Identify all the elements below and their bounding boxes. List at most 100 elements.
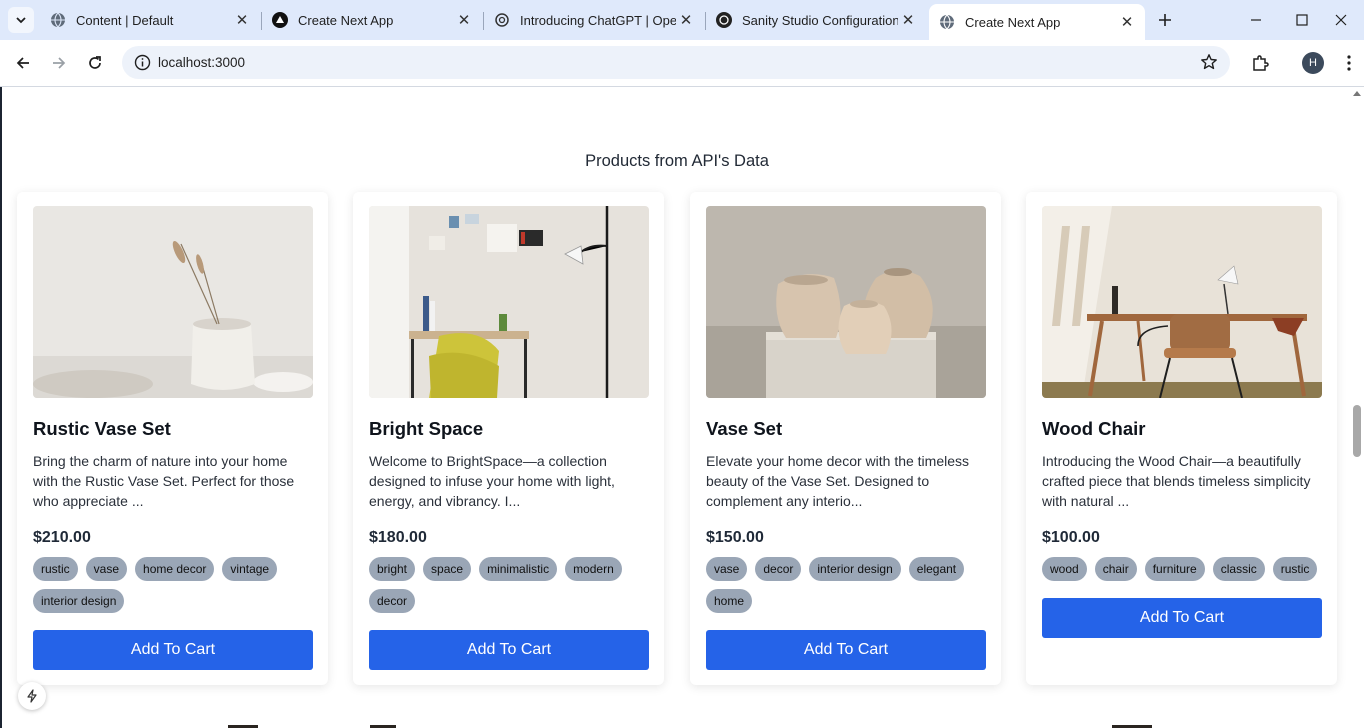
tag: rustic	[1272, 557, 1318, 581]
tab-strip: Content | Default ✕ Create Next App ✕ In…	[0, 0, 1364, 40]
product-name: Bright Space	[369, 418, 484, 439]
tag: vintage	[222, 557, 278, 581]
maximize-icon	[1296, 14, 1308, 26]
close-icon[interactable]: ✕	[898, 10, 918, 30]
tag: vase	[85, 557, 128, 581]
tab-title: Sanity Studio Configuration	[742, 12, 898, 28]
add-to-cart-button[interactable]: Add To Cart	[706, 630, 986, 670]
reload-button[interactable]	[80, 48, 110, 78]
new-tab-button[interactable]	[1153, 8, 1177, 32]
tag: minimalistic	[479, 557, 558, 581]
close-icon[interactable]: ✕	[1117, 12, 1137, 32]
tab-title: Create Next App	[965, 14, 1061, 30]
product-name: Wood Chair	[1042, 418, 1146, 439]
product-card: Vase Set Elevate your home decor with th…	[690, 192, 1001, 685]
tag: elegant	[908, 557, 965, 581]
arrow-right-icon	[53, 57, 66, 69]
tab-title: Create Next App	[298, 12, 394, 28]
back-button[interactable]	[8, 48, 38, 78]
close-icon	[1335, 14, 1347, 26]
product-name: Rustic Vase Set	[33, 418, 171, 439]
product-price: $180.00	[369, 529, 427, 546]
openai-icon	[716, 12, 732, 28]
tab-title: Content | Default	[76, 12, 174, 28]
tab-search-button[interactable]	[8, 7, 34, 33]
tag: modern	[565, 557, 622, 581]
close-icon[interactable]: ✕	[232, 10, 252, 30]
add-to-cart-button[interactable]: Add To Cart	[369, 630, 649, 670]
forward-button[interactable]	[44, 48, 74, 78]
product-name: Vase Set	[706, 418, 783, 439]
arrow-left-icon	[16, 57, 29, 69]
profile-button[interactable]: H	[1298, 48, 1328, 78]
url-text[interactable]: localhost:3000	[158, 55, 245, 70]
nextjs-dev-indicator[interactable]	[18, 682, 46, 710]
tag: chair	[1094, 557, 1137, 581]
tag: home decor	[135, 557, 215, 581]
browser-chrome: Content | Default ✕ Create Next App ✕ In…	[0, 0, 1364, 87]
tab-create-next-app-active[interactable]: Create Next App ✕	[929, 4, 1145, 40]
tag: home	[706, 589, 753, 613]
close-icon[interactable]: ✕	[454, 10, 474, 30]
product-description: Bring the charm of nature into your home…	[33, 453, 295, 509]
more-vertical-icon	[1347, 55, 1351, 71]
product-description: Welcome to BrightSpace—a collection desi…	[369, 453, 615, 509]
globe-icon	[50, 12, 66, 28]
tag: bright	[369, 557, 416, 581]
product-image	[706, 206, 986, 398]
close-icon[interactable]: ✕	[676, 10, 696, 30]
tag: space	[423, 557, 472, 581]
vercel-triangle-icon	[272, 12, 288, 28]
add-to-cart-button[interactable]: Add To Cart	[1042, 598, 1322, 638]
tag: decor	[369, 589, 416, 613]
product-description: Elevate your home decor with the timeles…	[706, 453, 970, 509]
tab-content-default[interactable]: Content | Default ✕	[40, 4, 260, 36]
scrollbar[interactable]	[1350, 87, 1364, 728]
tab-create-next-app[interactable]: Create Next App ✕	[262, 4, 482, 36]
tab-sanity-studio[interactable]: Sanity Studio Configuration ✕	[706, 4, 926, 36]
scroll-up-arrow[interactable]	[1353, 91, 1361, 96]
tag-list: bright space minimalistic modern decor	[369, 557, 654, 613]
minimize-button[interactable]	[1233, 0, 1279, 40]
product-card: Rustic Vase Set Bring the charm of natur…	[17, 192, 328, 685]
reload-icon	[89, 56, 101, 69]
plus-icon	[1159, 14, 1171, 26]
browser-toolbar: localhost:3000 H	[0, 40, 1364, 86]
tag: interior design	[33, 589, 125, 613]
avatar: H	[1302, 52, 1324, 74]
tag-list: vase decor interior design elegant home	[706, 557, 991, 613]
tag: wood	[1042, 557, 1087, 581]
window-edge	[0, 87, 2, 728]
page-viewport: Products from API's Data Rustic Vase Set…	[0, 87, 1364, 728]
product-card: Wood Chair Introducing the Wood Chair—a …	[1026, 192, 1337, 685]
globe-icon	[939, 14, 955, 30]
add-to-cart-button[interactable]: Add To Cart	[33, 630, 313, 670]
close-window-button[interactable]	[1318, 0, 1364, 40]
tag: rustic	[33, 557, 78, 581]
product-price: $100.00	[1042, 529, 1100, 546]
puzzle-icon	[1253, 55, 1269, 71]
tag: decor	[755, 557, 802, 581]
tab-introducing-chatgpt[interactable]: Introducing ChatGPT | Open ✕	[484, 4, 704, 36]
info-icon[interactable]	[134, 54, 151, 71]
product-price: $210.00	[33, 529, 91, 546]
tag: interior design	[809, 557, 901, 581]
minimize-icon	[1251, 19, 1261, 21]
scrollbar-thumb[interactable]	[1353, 405, 1361, 457]
lightning-bolt-icon	[27, 689, 37, 703]
section-title: Products from API's Data	[585, 152, 769, 170]
product-image	[1042, 206, 1322, 398]
star-icon[interactable]	[1200, 53, 1218, 71]
tab-title: Introducing ChatGPT | Open	[520, 12, 676, 28]
product-price: $150.00	[706, 529, 764, 546]
product-image	[369, 206, 649, 398]
address-bar[interactable]: localhost:3000	[122, 46, 1230, 79]
tag: furniture	[1144, 557, 1205, 581]
openai-icon	[494, 12, 510, 28]
menu-button[interactable]	[1334, 48, 1364, 78]
product-description: Introducing the Wood Chair—a beautifully…	[1042, 453, 1311, 509]
chevron-down-icon	[16, 17, 26, 24]
extensions-button[interactable]	[1245, 48, 1275, 78]
product-card: Bright Space Welcome to BrightSpace—a co…	[353, 192, 664, 685]
tag-list: wood chair furniture classic rustic	[1042, 557, 1327, 581]
